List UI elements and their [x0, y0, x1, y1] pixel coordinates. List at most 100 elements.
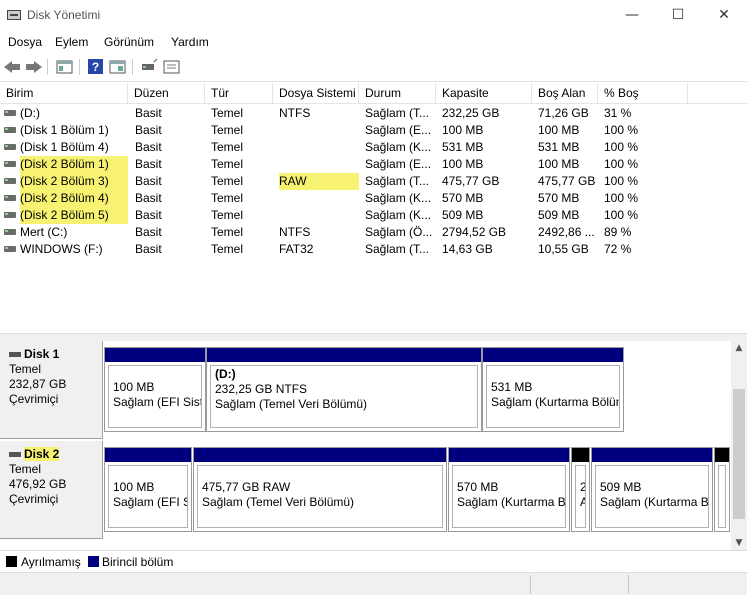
partition-block[interactable]: 570 MBSağlam (Kurtarma Bölümü) [448, 447, 570, 532]
window-title: Disk Yönetimi [27, 8, 101, 22]
rescan-icon[interactable] [140, 58, 158, 76]
table-cell-free: 10,55 GB [538, 242, 589, 256]
partition-size: 531 MB [491, 380, 533, 394]
table-cell-name: Mert (C:) [20, 225, 68, 239]
back-arrow-icon[interactable] [4, 58, 22, 76]
table-row[interactable]: (Disk 2 Bölüm 4) Basit Temel Sağlam (K... 57… [0, 190, 747, 207]
column-header-yuzde-bos[interactable]: % Boş [598, 83, 688, 104]
drive-icon [4, 161, 16, 167]
partition-body: 509 MBSağlam (Kurtarma Bölümü) [595, 465, 709, 528]
partition-size: 232,25 GB NTFS [215, 382, 308, 396]
table-cell-free: 100 MB [538, 157, 580, 171]
disk-name: Disk 1 [24, 347, 60, 361]
partition-block[interactable]: 509 MBSağlam (Kurtarma Bölümü) [591, 447, 713, 532]
partition-block[interactable]: 100 MBSağlam (EFI Sistem Bölümü) [104, 347, 206, 432]
partition-status: Sağlam (Temel Veri Bölümü) [215, 397, 368, 411]
table-cell-free: 570 MB [538, 191, 580, 205]
close-button[interactable]: ✕ [701, 0, 747, 31]
table-row[interactable]: (D:) Basit Temel NTFS Sağlam (T... 232,25 GB 7… [0, 105, 747, 122]
title-bar: Disk Yönetimi — ☐ ✕ [0, 0, 747, 31]
column-header-birim[interactable]: Birim [0, 83, 128, 104]
partition-block[interactable]: 2A [571, 447, 590, 532]
help-icon[interactable]: ? [87, 58, 105, 76]
legend-swatch-unallocated [6, 556, 17, 567]
column-header-duzen[interactable]: Düzen [128, 83, 205, 104]
column-header-kapasite[interactable]: Kapasite [436, 83, 532, 104]
menu-bar: Dosya Eylem Görünüm Yardım [0, 31, 747, 53]
table-cell-layout: Basit [135, 225, 162, 239]
partition-block[interactable]: (D:) 232,25 GB NTFS Sağlam (Temel Veri Böl… [206, 347, 482, 432]
partition-block[interactable] [714, 447, 730, 532]
partition-block[interactable]: 475,77 GB RAW Sağlam (Temel Veri Bölümü) [193, 447, 447, 532]
properties-icon[interactable] [109, 58, 127, 76]
menu-yardim[interactable]: Yardım [171, 35, 209, 49]
column-header-bos-alan[interactable]: Boş Alan [532, 83, 598, 104]
minimize-button[interactable]: — [609, 0, 655, 31]
disk-type: Temel [9, 462, 42, 476]
vertical-scrollbar[interactable]: ▲ ▼ [731, 341, 747, 550]
table-cell-fs: RAW [279, 173, 359, 190]
partition-size: 100 MB [113, 380, 155, 394]
drive-icon [4, 212, 16, 218]
partition-type-bar [715, 448, 729, 462]
drive-icon [4, 127, 16, 133]
table-cell-fs: NTFS [279, 225, 311, 239]
scrollbar-thumb[interactable] [733, 389, 745, 519]
disk-header[interactable]: Disk 2 Temel 476,92 GB Çevrimiçi [0, 441, 103, 539]
menu-eylem[interactable]: Eylem [55, 35, 88, 49]
table-row[interactable]: Mert (C:) Basit Temel NTFS Sağlam (Ö... 2794,… [0, 224, 747, 241]
partition-body [718, 465, 726, 528]
list-view-icon[interactable] [163, 58, 181, 76]
scroll-up-icon[interactable]: ▲ [731, 343, 747, 353]
table-cell-status: Sağlam (K... [365, 191, 432, 205]
table-row[interactable]: (Disk 1 Bölüm 1) Basit Temel Sağlam (E... 10… [0, 122, 747, 139]
table-row[interactable]: (Disk 2 Bölüm 3) Basit Temel RAW Sağlam (T..… [0, 173, 747, 190]
table-cell-layout: Basit [135, 140, 162, 154]
partition-body: (D:) 232,25 GB NTFS Sağlam (Temel Veri Böl… [210, 365, 478, 428]
maximize-button[interactable]: ☐ [655, 0, 701, 31]
toolbar-separator [47, 59, 48, 75]
partition-status: Sağlam (Kurtarma Bölümü) [600, 495, 709, 509]
table-cell-type: Temel [211, 242, 244, 256]
table-cell-fs [279, 139, 359, 156]
legend: Ayrılmamış Birincil bölüm [0, 550, 747, 572]
menu-gorunum[interactable]: Görünüm [104, 35, 154, 49]
table-cell-fs [279, 122, 359, 139]
table-row[interactable]: (Disk 2 Bölüm 5) Basit Temel Sağlam (K... 50… [0, 207, 747, 224]
pane-splitter[interactable] [0, 333, 747, 341]
table-cell-free: 509 MB [538, 208, 580, 222]
console-tree-icon[interactable] [56, 58, 74, 76]
table-cell-status: Sağlam (Ö... [365, 225, 433, 239]
table-cell-layout: Basit [135, 242, 162, 256]
scroll-down-icon[interactable]: ▼ [731, 538, 747, 548]
column-header-durum[interactable]: Durum [359, 83, 436, 104]
table-cell-layout: Basit [135, 123, 162, 137]
table-cell-pct: 72 % [604, 242, 632, 256]
partition-size: 2 [580, 480, 585, 495]
partition-body: 570 MBSağlam (Kurtarma Bölümü) [452, 465, 566, 528]
column-header-tur[interactable]: Tür [205, 83, 273, 104]
table-cell-name: (Disk 2 Bölüm 4) [20, 190, 128, 207]
partition-block[interactable]: 531 MBSağlam (Kurtarma Bölümü) [482, 347, 624, 432]
table-cell-free: 475,77 GB [538, 174, 596, 188]
table-row[interactable]: (Disk 1 Bölüm 4) Basit Temel Sağlam (K... 53… [0, 139, 747, 156]
table-cell-name: (Disk 1 Bölüm 4) [20, 140, 109, 154]
partition-body: 531 MBSağlam (Kurtarma Bölümü) [486, 365, 620, 428]
menu-dosya[interactable]: Dosya [8, 35, 42, 49]
toolbar-separator [132, 59, 133, 75]
table-cell-capacity: 232,25 GB [442, 106, 500, 120]
forward-arrow-icon[interactable] [24, 58, 42, 76]
partition-body: 100 MBSağlam (EFI Sistem Bölümü) [108, 465, 188, 528]
table-cell-pct: 100 % [604, 157, 639, 171]
table-cell-type: Temel [211, 174, 244, 188]
column-header-dosya-sistemi[interactable]: Dosya Sistemi [273, 83, 359, 104]
table-row[interactable]: (Disk 2 Bölüm 1) Basit Temel Sağlam (E... 10… [0, 156, 747, 173]
table-cell-free: 531 MB [538, 140, 580, 154]
disk-header[interactable]: Disk 1 Temel 232,87 GB Çevrimiçi [0, 341, 103, 439]
partition-block[interactable]: 100 MBSağlam (EFI Sistem Bölümü) [104, 447, 192, 532]
partition-status: Sağlam (EFI Sistem Bölümü) [113, 495, 187, 509]
table-row[interactable]: WINDOWS (F:) Basit Temel FAT32 Sağlam (T... 1… [0, 241, 747, 258]
partition-type-bar [572, 448, 589, 462]
partition-status: Sağlam (Kurtarma Bölümü) [491, 395, 619, 409]
table-cell-status: Sağlam (T... [365, 242, 430, 256]
